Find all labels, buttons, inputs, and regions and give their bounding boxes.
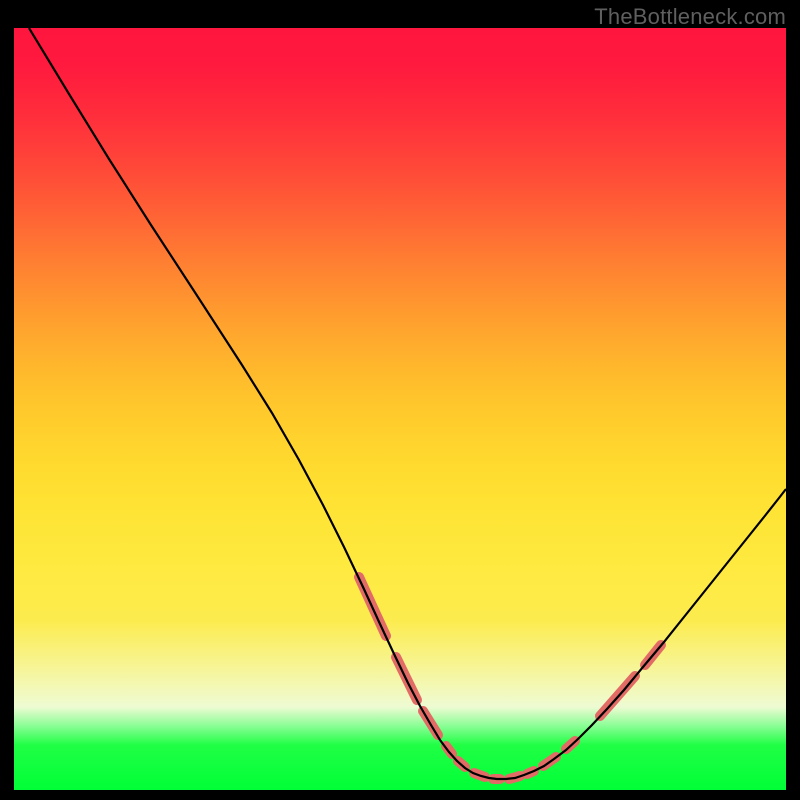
chart-container: TheBottleneck.com [0, 0, 800, 800]
plot-area [14, 28, 786, 790]
curve-svg [14, 28, 786, 790]
bottleneck-curve [29, 28, 786, 779]
watermark-text: TheBottleneck.com [594, 4, 786, 30]
highlight-layer [359, 577, 661, 779]
